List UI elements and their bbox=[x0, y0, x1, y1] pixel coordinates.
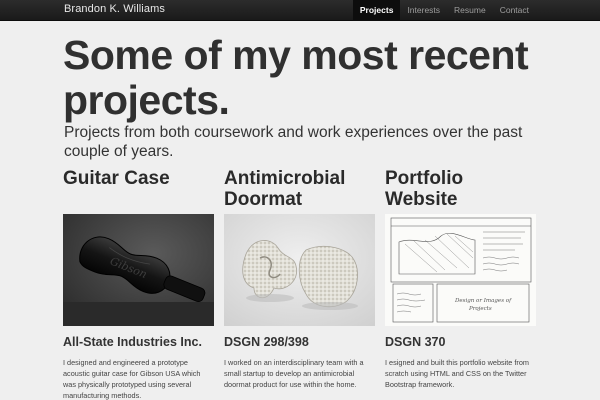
main-nav: Projects Interests Resume Contact bbox=[352, 0, 536, 21]
nav-link-resume[interactable]: Resume bbox=[447, 0, 493, 21]
svg-text:Design or Images of: Design or Images of bbox=[454, 298, 512, 304]
project-image-link[interactable]: Design or Images of Projects bbox=[385, 214, 536, 326]
guitar-case-photo-icon: Gibson bbox=[63, 214, 214, 326]
navbar: Brandon K. Williams Projects Interests R… bbox=[0, 0, 600, 21]
project-org: DSGN 298/398 bbox=[224, 335, 309, 349]
project-image-link[interactable]: Gibson bbox=[63, 214, 214, 326]
nav-item-contact[interactable]: Contact bbox=[493, 0, 536, 21]
brand-link[interactable]: Brandon K. Williams bbox=[64, 3, 165, 15]
doormat-samples-photo-icon bbox=[224, 214, 375, 326]
project-description: I designed and engineered a prototype ac… bbox=[63, 358, 201, 400]
nav-item-interests[interactable]: Interests bbox=[400, 0, 447, 21]
project-description: I worked on an interdisciplinary team wi… bbox=[224, 358, 364, 389]
project-card-antimicrobial-doormat: Antimicrobial Doormat DSGN 298/398 I wor… bbox=[224, 168, 375, 390]
nav-link-interests[interactable]: Interests bbox=[400, 0, 447, 21]
project-org: DSGN 370 bbox=[385, 335, 446, 349]
project-org: All-State Industries Inc. bbox=[63, 335, 202, 349]
project-card-portfolio-website: Portfolio Website Design or Images of Pr… bbox=[385, 168, 536, 390]
page-title: Some of my most recent projects. bbox=[63, 32, 529, 123]
nav-item-projects[interactable]: Projects bbox=[352, 0, 401, 21]
svg-text:Projects: Projects bbox=[468, 306, 492, 312]
wireframe-sketch-icon: Design or Images of Projects bbox=[385, 214, 536, 326]
nav-item-resume[interactable]: Resume bbox=[447, 0, 493, 21]
project-title: Guitar Case bbox=[63, 168, 170, 189]
project-card-guitar-case: Guitar Case Gibson All-State Industries … bbox=[63, 168, 214, 400]
project-title: Portfolio Website bbox=[385, 168, 464, 210]
nav-link-projects[interactable]: Projects bbox=[352, 0, 401, 21]
project-title: Antimicrobial Doormat bbox=[224, 168, 346, 210]
project-image-link[interactable] bbox=[224, 214, 375, 326]
nav-link-contact[interactable]: Contact bbox=[493, 0, 536, 21]
page-subtitle: Projects from both coursework and work e… bbox=[64, 124, 523, 160]
project-description: I esigned and built this portfolio websi… bbox=[385, 358, 529, 389]
